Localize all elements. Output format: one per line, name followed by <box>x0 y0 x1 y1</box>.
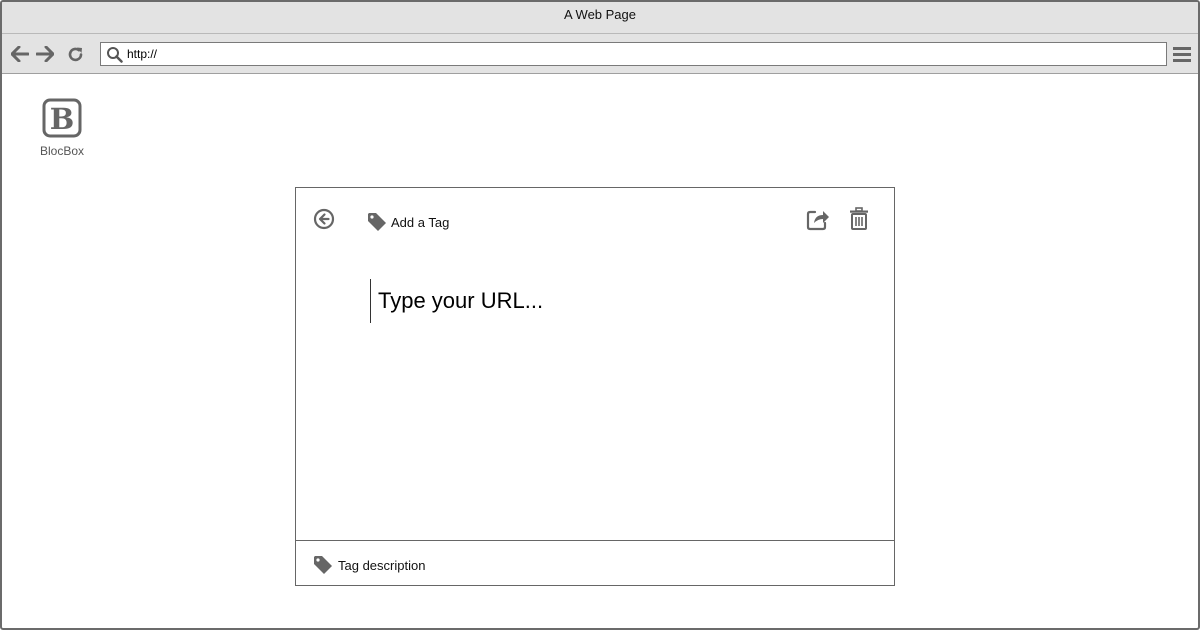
window-titlebar: A Web Page <box>2 2 1198 34</box>
bold-b-logo-icon: B <box>42 98 82 138</box>
tag-icon <box>368 213 386 231</box>
reload-button[interactable] <box>65 44 85 64</box>
trash-icon <box>850 207 868 230</box>
reload-icon <box>68 47 82 61</box>
url-input-area[interactable] <box>370 279 810 323</box>
back-button[interactable] <box>10 44 30 64</box>
forward-button[interactable] <box>35 44 55 64</box>
add-tag-label: Add a Tag <box>391 214 450 230</box>
brand-logo[interactable]: B BlocBox <box>37 98 87 158</box>
address-bar[interactable] <box>100 42 1167 66</box>
brand-name: BlocBox <box>39 144 85 158</box>
logo-letter: B <box>50 102 75 136</box>
card-footer: Tag description <box>296 540 894 585</box>
add-tag-button[interactable]: Add a Tag <box>366 210 449 234</box>
share-button[interactable] <box>806 207 830 231</box>
browser-toolbar <box>2 34 1198 74</box>
share-icon <box>806 210 829 231</box>
url-input[interactable] <box>127 43 1162 65</box>
hamburger-menu-icon <box>1173 47 1191 62</box>
arrow-left-icon <box>11 46 29 62</box>
tag-icon <box>314 556 332 574</box>
search-icon <box>107 47 123 63</box>
tag-description[interactable]: Tag description <box>312 554 425 576</box>
back-button-card[interactable] <box>313 208 335 230</box>
browser-menu-button[interactable] <box>1172 44 1192 64</box>
delete-button[interactable] <box>848 207 870 231</box>
arrow-right-icon <box>36 46 54 62</box>
bookmark-card: Add a Tag Ta <box>295 187 895 586</box>
back-circle-icon <box>313 208 335 230</box>
window-title: A Web Page <box>563 7 637 22</box>
bookmark-url-input[interactable] <box>378 283 798 319</box>
browser-window: A Web Page http:// B BlocBox Add a Tag T… <box>0 0 1200 630</box>
tag-description-label: Tag description <box>338 557 426 573</box>
